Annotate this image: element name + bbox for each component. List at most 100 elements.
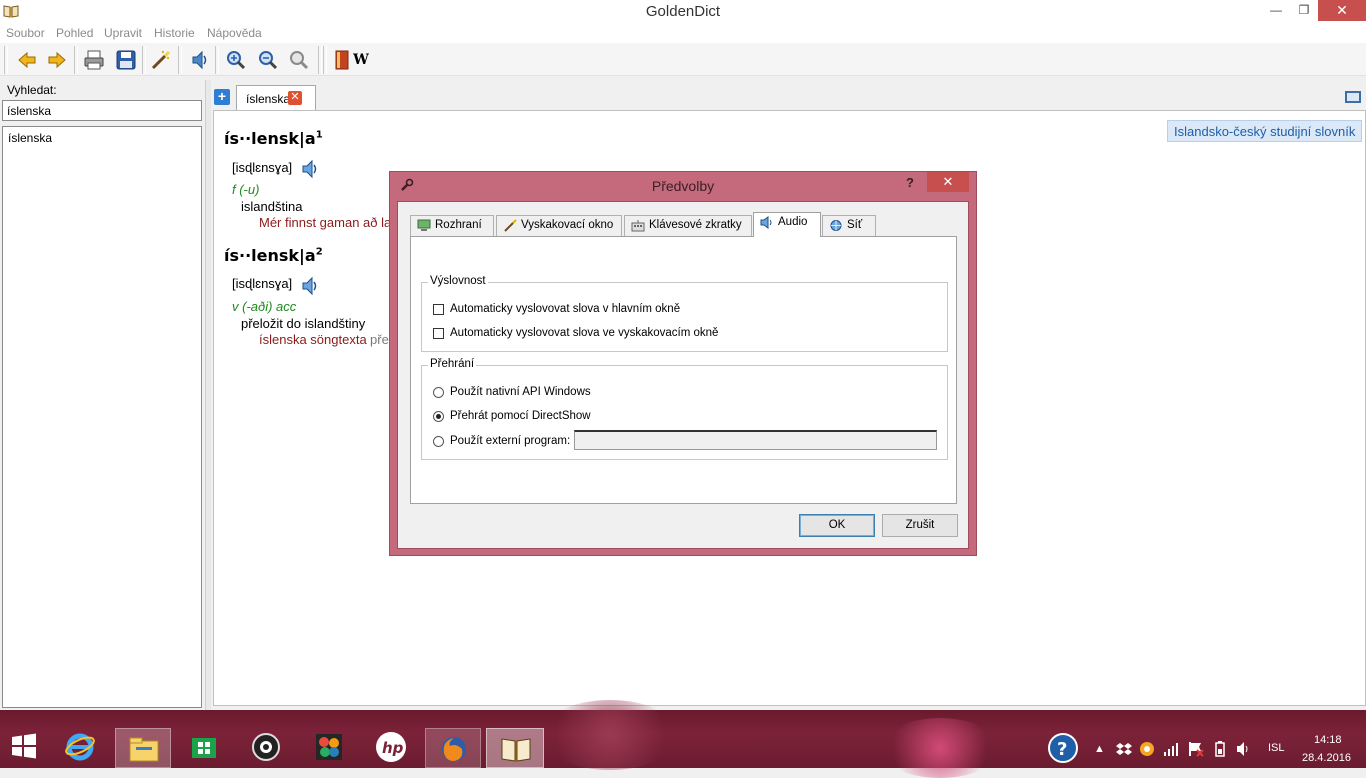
example-text: íslenska söngtexta	[259, 332, 367, 347]
headword: ís··lensk|a1	[224, 129, 323, 148]
radio-label[interactable]: Použít nativní API Windows	[450, 386, 591, 398]
show-hidden-icons-icon[interactable]: ▲	[1094, 743, 1105, 755]
wallpaper-flowers	[540, 700, 680, 770]
zoom-out-icon[interactable]	[255, 47, 281, 73]
checkbox-label[interactable]: Automaticky vyslovovat slova v hlavním o…	[450, 303, 680, 315]
back-icon[interactable]	[14, 47, 40, 73]
scan-popup-icon[interactable]	[148, 47, 174, 73]
input-language[interactable]: ISL	[1268, 742, 1285, 754]
homonym-number: 1	[315, 129, 323, 141]
radio-label[interactable]: Přehrát pomocí DirectShow	[450, 410, 591, 422]
menu-view[interactable]: Pohled	[56, 26, 93, 40]
preferences-dialog: Předvolby ? ✕ Rozhraní Vyskakovací okno …	[389, 171, 977, 556]
tab-islenska[interactable]: íslenska ✕	[236, 85, 316, 110]
example-text: Mér finnst gaman að la	[259, 215, 392, 230]
clock-date[interactable]: 28.4.2016	[1302, 752, 1351, 764]
tab-network[interactable]: Síť	[822, 215, 876, 236]
pronunciation-group: Výslovnost Automaticky vyslovovat slova …	[421, 275, 948, 352]
help-button[interactable]: ?	[906, 175, 914, 190]
external-program-radio[interactable]	[433, 436, 444, 447]
pronounce-icon[interactable]	[187, 47, 213, 73]
sense: přeložit do islandštiny	[241, 316, 366, 331]
dialog-close-button[interactable]: ✕	[927, 172, 969, 192]
dropbox-icon[interactable]	[1116, 741, 1132, 760]
volume-icon[interactable]	[1236, 741, 1252, 760]
keyboard-icon	[631, 220, 645, 232]
toolbar-grip	[4, 46, 8, 74]
directshow-radio[interactable]	[433, 411, 444, 422]
checkbox-label[interactable]: Automaticky vyslovovat slova ve vyskakov…	[450, 327, 718, 339]
svg-text:?: ?	[1057, 739, 1067, 760]
tab-hotkeys[interactable]: Klávesové zkratky	[624, 215, 752, 236]
ok-button[interactable]: OK	[799, 514, 875, 537]
group-title: Přehrání	[428, 358, 477, 370]
tabs-list-icon[interactable]	[1345, 91, 1361, 103]
panel-splitter[interactable]	[205, 80, 211, 710]
photo-app-icon[interactable]	[314, 732, 344, 765]
print-icon[interactable]	[81, 47, 107, 73]
close-button[interactable]: ✕	[1318, 0, 1366, 21]
battery-icon[interactable]	[1212, 741, 1228, 760]
camera-app-icon[interactable]	[251, 732, 281, 765]
title-bar[interactable]: GoldenDict — ❐ ✕	[0, 0, 1366, 23]
lookup-label: Vyhledat:	[7, 83, 57, 97]
file-explorer-icon[interactable]	[115, 728, 171, 768]
firefox-icon[interactable]	[425, 728, 481, 768]
wallpaper-flowers	[880, 718, 1000, 778]
monitor-icon	[417, 219, 431, 231]
list-item[interactable]: íslenska	[8, 131, 52, 145]
word-list[interactable]: íslenska	[2, 126, 202, 708]
menu-help[interactable]: Nápověda	[207, 26, 262, 40]
transcription: [isɖlɛnsɣa]	[232, 160, 293, 175]
add-tab-button[interactable]: +	[214, 89, 230, 105]
external-program-input[interactable]	[574, 430, 937, 450]
wikipedia-icon[interactable]: W	[348, 47, 374, 73]
toolbar-separator	[215, 46, 219, 74]
search-input[interactable]: íslenska	[2, 100, 202, 121]
tab-label: Vyskakovací okno	[521, 219, 614, 231]
radio-label[interactable]: Použít externí program:	[450, 435, 570, 447]
signal-strength-icon[interactable]	[1163, 741, 1181, 760]
tab-label: Audio	[778, 216, 808, 228]
forward-icon[interactable]	[44, 47, 70, 73]
pronounce-word-icon[interactable]	[300, 275, 320, 297]
dialog-body: Rozhraní Vyskakovací okno Klávesové zkra…	[397, 201, 969, 549]
tab-popup-window[interactable]: Vyskakovací okno	[496, 215, 622, 236]
goldendict-icon[interactable]	[486, 728, 544, 768]
save-icon[interactable]	[113, 47, 139, 73]
windows-store-icon[interactable]	[190, 732, 218, 763]
network-icon	[830, 220, 842, 231]
internet-explorer-icon[interactable]	[64, 730, 96, 765]
sync-tray-icon[interactable]	[1139, 741, 1155, 760]
menu-history[interactable]: Historie	[154, 26, 195, 40]
zoom-in-icon[interactable]	[223, 47, 249, 73]
cancel-button[interactable]: Zrušit	[882, 514, 958, 537]
toolbar-grip	[323, 46, 327, 74]
clock-time[interactable]: 14:18	[1314, 734, 1342, 746]
minimize-button[interactable]: —	[1262, 0, 1290, 21]
dialog-title: Předvolby	[651, 178, 715, 194]
help-tray-icon[interactable]: ?	[1047, 732, 1079, 767]
tab-interface[interactable]: Rozhraní	[410, 215, 494, 236]
dictionary-name[interactable]: Islandsko-český studijní slovník	[1167, 120, 1363, 142]
tab-close-icon[interactable]: ✕	[288, 91, 302, 105]
tab-label: Klávesové zkratky	[649, 219, 742, 231]
native-api-radio[interactable]	[433, 387, 444, 398]
magic-wand-icon	[504, 219, 517, 232]
action-center-icon[interactable]	[1188, 741, 1204, 760]
auto-pronounce-popup-checkbox[interactable]	[433, 328, 444, 339]
svg-text:hp: hp	[382, 739, 404, 757]
maximize-button[interactable]: ❐	[1290, 0, 1318, 21]
menu-file[interactable]: Soubor	[6, 26, 45, 40]
zoom-reset-icon[interactable]	[286, 47, 312, 73]
auto-pronounce-main-checkbox[interactable]	[433, 304, 444, 315]
hp-icon[interactable]: hp	[374, 730, 408, 767]
toolbar-separator	[318, 46, 322, 74]
group-title: Výslovnost	[428, 275, 488, 287]
windows-start-icon[interactable]	[10, 732, 38, 763]
tab-audio[interactable]: Audio	[753, 212, 821, 237]
pronounce-word-icon[interactable]	[300, 158, 320, 180]
menu-edit[interactable]: Upravit	[104, 26, 142, 40]
toolbar-separator	[74, 46, 78, 74]
headword: ís··lensk|a2	[224, 246, 323, 265]
